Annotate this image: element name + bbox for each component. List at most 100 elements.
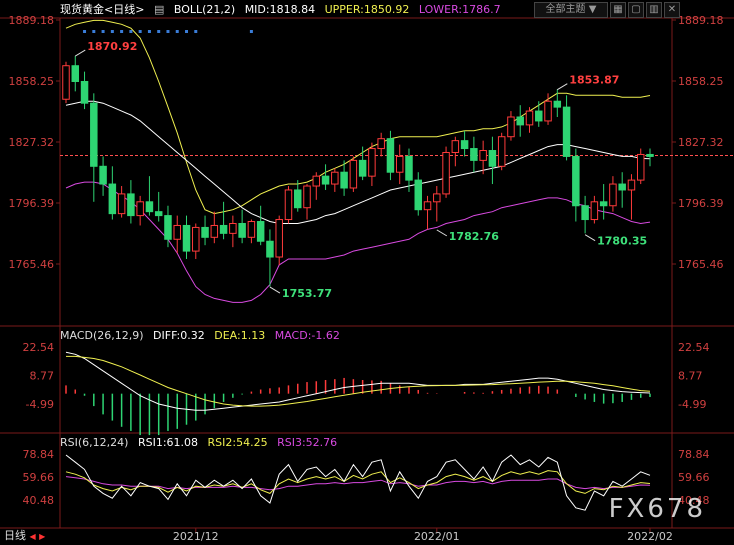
boll-upper-value: UPPER:1850.92 <box>324 3 410 16</box>
candle-body <box>145 201 154 213</box>
annotation-pointer <box>75 49 86 57</box>
boll-mid-line <box>65 100 651 224</box>
price-panel[interactable]: 1870.92 1753.77 1782.76 1853.87 1780.35 <box>60 19 734 303</box>
candle-body <box>331 171 339 185</box>
candle-body <box>562 106 571 157</box>
rsi-tick-label-left: 40.48 <box>23 494 55 507</box>
macd-tick-label-left: -4.99 <box>26 398 54 411</box>
signal-marker <box>120 30 124 33</box>
theme-dropdown-label: 全部主题 <box>545 4 586 15</box>
macd-label: MACD(26,12,9) <box>60 329 144 342</box>
macd-header: MACD(26,12,9) DIFF:0.32 DEA:1.13 MACD:-1… <box>60 327 346 345</box>
candle-body <box>294 189 302 209</box>
candle-body <box>470 148 478 161</box>
close-icon: ✕ <box>667 4 677 15</box>
candle-body <box>303 185 311 209</box>
candle-body <box>201 226 209 238</box>
candle-body <box>423 201 432 211</box>
signal-marker <box>175 30 179 33</box>
signal-marker <box>92 30 96 33</box>
candle-body <box>497 136 506 167</box>
macd-tick-label-left: 8.77 <box>30 370 55 383</box>
candle-body <box>433 193 441 203</box>
close-button[interactable]: ✕ <box>664 2 680 18</box>
period-tab[interactable]: 日线 ◀ ▶ <box>0 528 49 544</box>
layout-grid-button[interactable]: ▦ <box>610 2 626 18</box>
rsi-tick-label-right: 59.66 <box>678 471 710 484</box>
rsi-label: RSI(6,12,24) <box>60 436 129 449</box>
annotation-low-label: 1753.77 <box>282 287 332 300</box>
window-icon: ▢ <box>631 4 641 15</box>
candle-body <box>544 100 552 122</box>
candle-body <box>386 138 395 173</box>
date-tick-label: 2022/02 <box>627 530 673 543</box>
candle-body <box>340 171 348 189</box>
candle-body <box>507 116 515 138</box>
candle-body <box>62 65 70 100</box>
candle-body <box>618 183 626 191</box>
boll-lower-line <box>65 181 651 303</box>
macd-dea-value: DEA:1.13 <box>214 329 266 342</box>
candle-body <box>136 201 144 217</box>
price-tick-label-left: 1889.18 <box>9 14 55 27</box>
boll-upper-line <box>65 19 651 215</box>
candle-body <box>377 138 385 150</box>
candle-body <box>609 183 617 207</box>
signal-marker <box>138 30 142 33</box>
price-tick-label-left: 1827.32 <box>9 136 55 149</box>
candle-body <box>256 221 265 242</box>
price-tick-label-right: 1765.46 <box>678 258 724 271</box>
theme-dropdown[interactable]: 全部主题 ▼ <box>534 2 608 18</box>
split-pane-button[interactable]: ▥ <box>646 2 662 18</box>
date-tick-label: 2022/01 <box>414 530 460 543</box>
signal-marker <box>249 30 253 33</box>
signal-marker <box>185 30 189 33</box>
signal-marker <box>147 30 151 33</box>
candle-body <box>451 140 460 153</box>
instrument-title: 现货黄金<日线> <box>60 3 145 16</box>
price-tick-label-right: 1858.25 <box>678 75 724 88</box>
candle-body <box>247 221 256 238</box>
annotation-pointer <box>584 234 596 242</box>
macd-tick-label-right: 22.54 <box>678 341 710 354</box>
candle-body <box>71 65 80 82</box>
candle-body <box>636 153 645 181</box>
annotation-low-label: 1782.76 <box>449 230 499 243</box>
signal-marker <box>157 30 161 33</box>
candle-body <box>516 116 524 126</box>
price-tick-label-left: 1796.39 <box>9 197 55 210</box>
candle-body <box>219 224 228 234</box>
signal-marker <box>194 30 198 33</box>
price-tick-label-left: 1858.25 <box>9 75 55 88</box>
candle-body <box>525 110 534 126</box>
boll-mid-value: MID:1818.84 <box>244 3 316 16</box>
candle-body <box>192 226 200 252</box>
macd-dea-line <box>66 355 651 407</box>
candle-body <box>358 159 367 177</box>
candle-body <box>460 140 469 150</box>
macd-tick-label-right: -4.99 <box>678 398 706 411</box>
candle-body <box>442 151 450 195</box>
chevron-down-icon: ▼ <box>588 4 597 15</box>
candle-body <box>229 222 237 234</box>
candle-body <box>154 211 163 217</box>
split-icon: ▥ <box>649 4 659 15</box>
boll-lower-value: LOWER:1786.7 <box>418 3 501 16</box>
rsi-panel[interactable] <box>65 454 651 511</box>
annotation-high-label: 1853.87 <box>569 74 619 87</box>
candle-body <box>646 153 654 157</box>
tab-arrow-right-icon: ▶ <box>39 532 46 541</box>
candle-body <box>117 193 126 215</box>
period-tab-label: 日线 <box>4 529 26 542</box>
candle-body <box>405 155 413 181</box>
price-tick-label-right: 1827.32 <box>678 136 724 149</box>
candle-body <box>488 150 497 167</box>
candle-body <box>321 175 330 185</box>
single-pane-button[interactable]: ▢ <box>628 2 644 18</box>
annotation-low-label: 1780.35 <box>597 235 647 248</box>
macd-panel[interactable] <box>65 351 651 436</box>
rsi3-value: RSI3:52.76 <box>277 436 338 449</box>
candle-body <box>479 150 487 161</box>
candle-body <box>349 159 358 189</box>
annotation-pointer <box>557 83 568 91</box>
